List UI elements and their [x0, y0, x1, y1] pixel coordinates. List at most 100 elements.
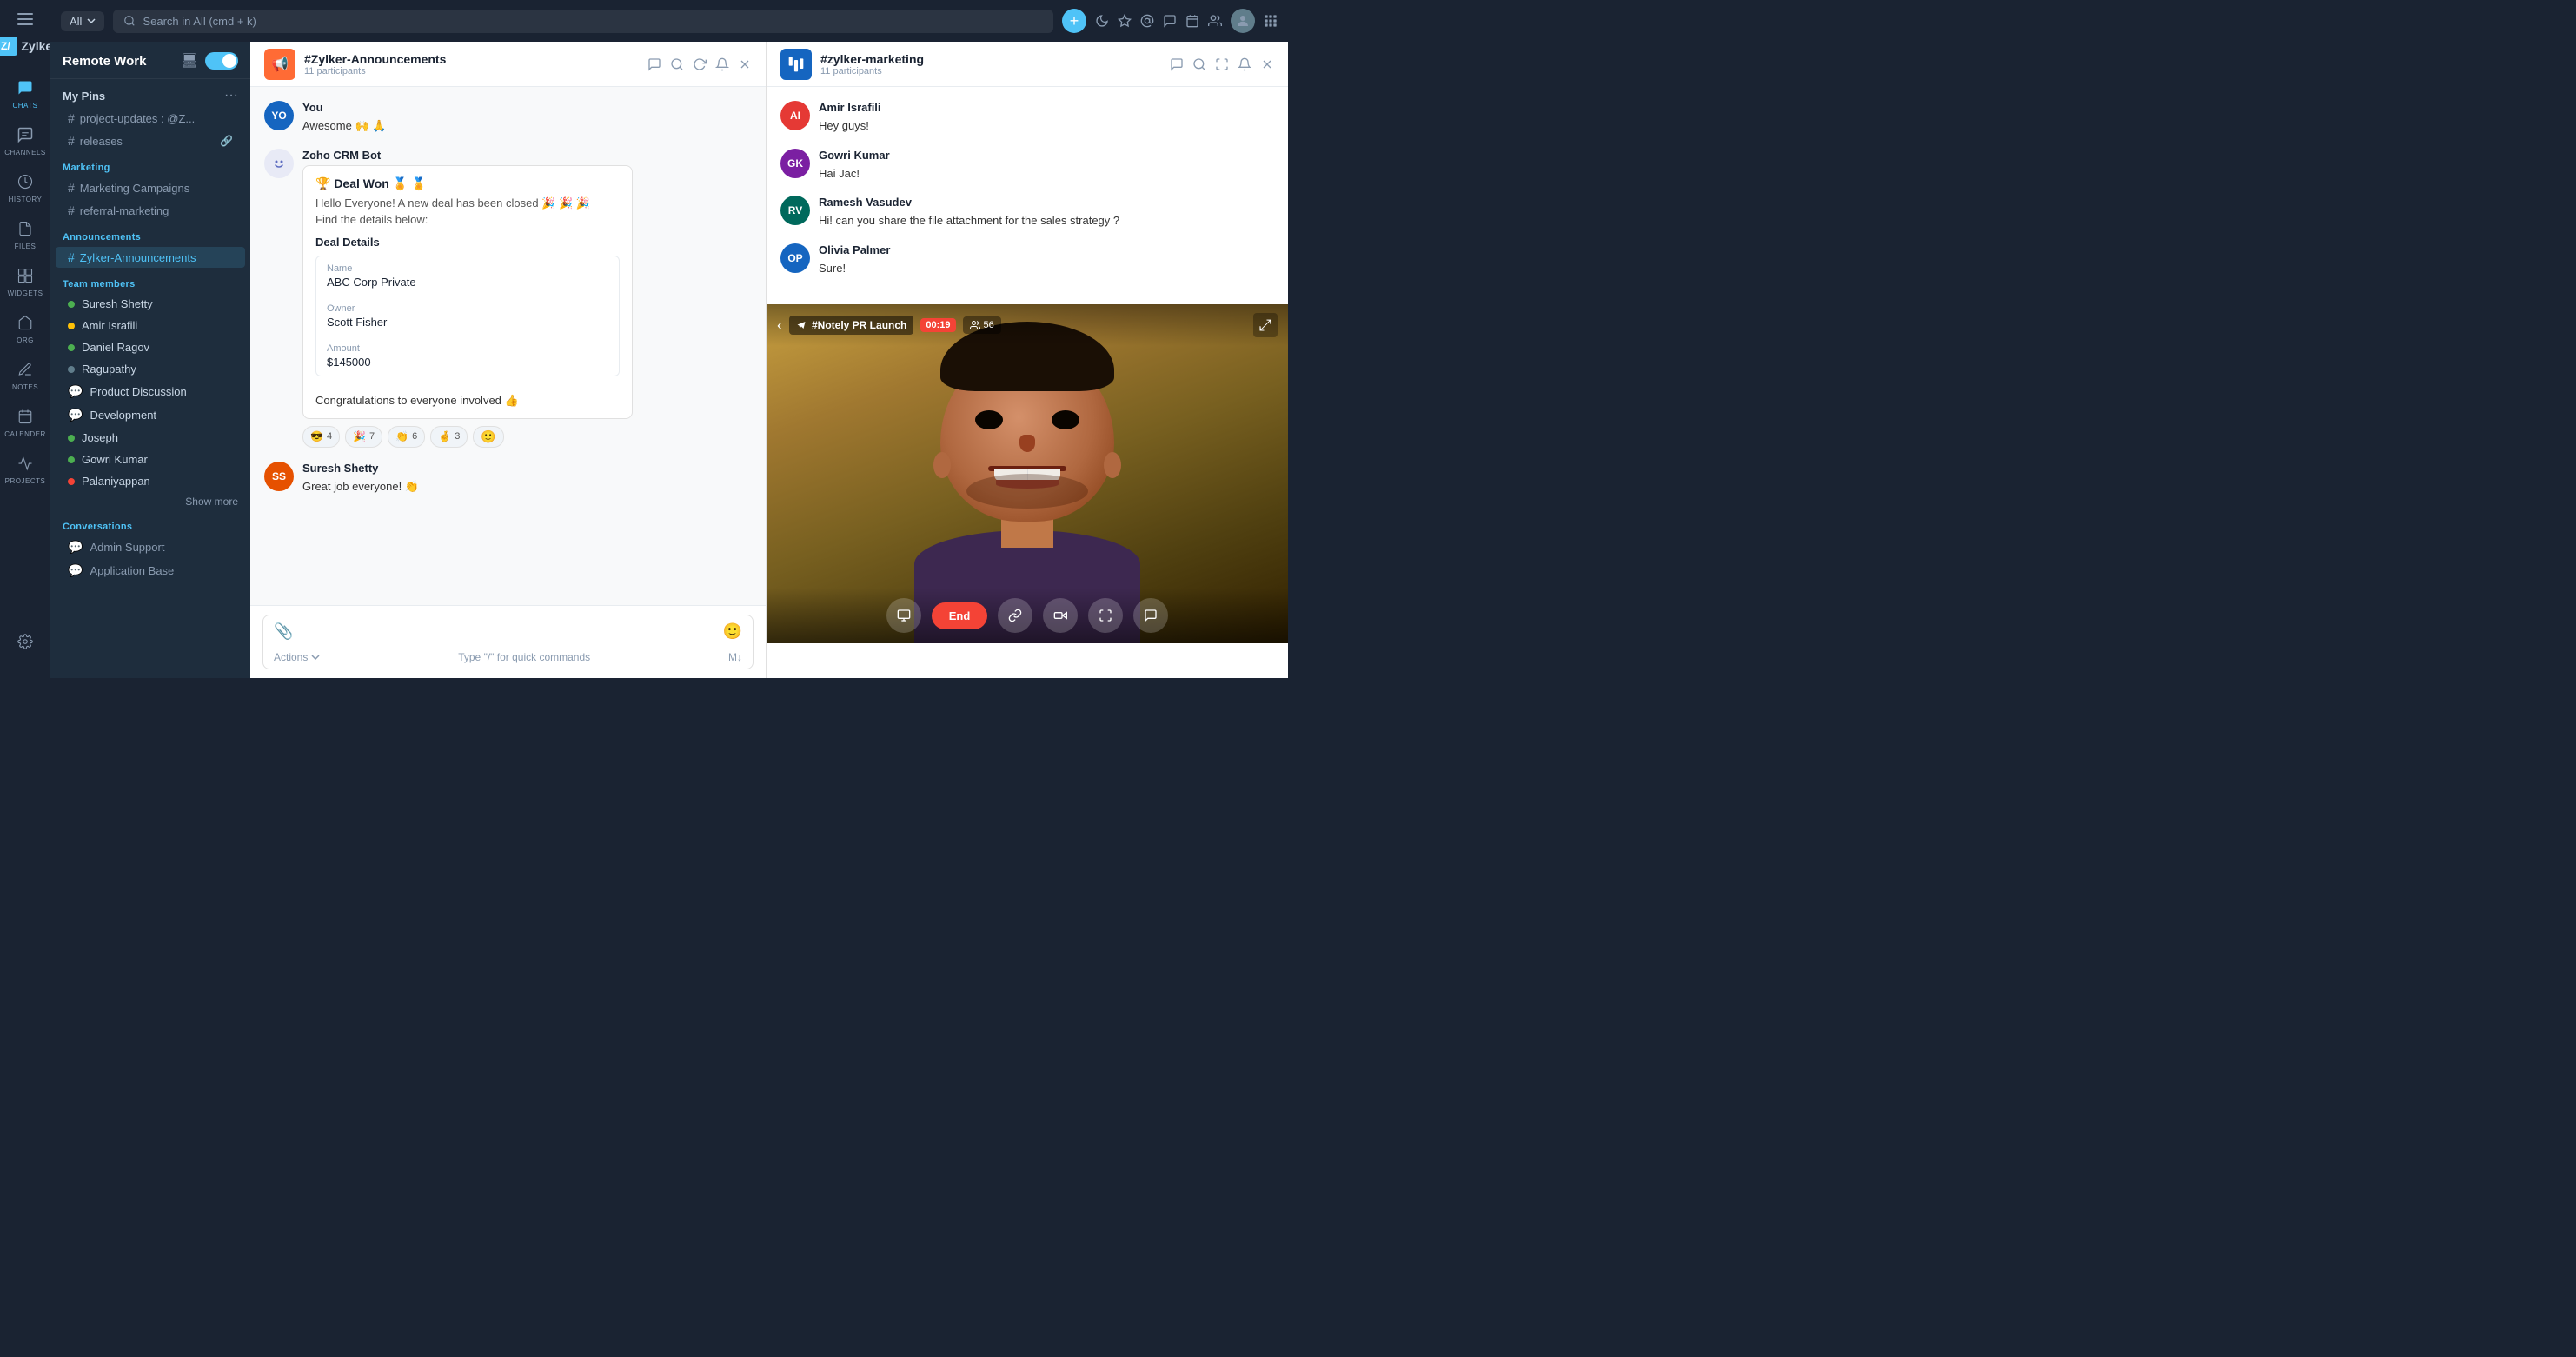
reaction-1[interactable]: 😎 4: [302, 426, 340, 448]
nav-projects[interactable]: PROJECTS: [3, 448, 48, 493]
channel-name: Marketing Campaigns: [80, 182, 233, 195]
filter-selector[interactable]: All: [61, 11, 104, 31]
team-member-daniel[interactable]: Daniel Ragov: [56, 337, 245, 357]
video-expand-btn[interactable]: ⤢: [1253, 313, 1278, 337]
at-icon[interactable]: [1140, 14, 1154, 28]
marketing-channel-avatar: [780, 49, 812, 80]
nav-calendar[interactable]: CALENDER: [3, 401, 48, 446]
conv-admin-support[interactable]: 💬 Admin Support: [56, 536, 245, 558]
channel-zylker-announcements[interactable]: # Zylker-Announcements: [56, 247, 245, 268]
logo-icon: Z/: [0, 37, 17, 56]
chat-icon[interactable]: [1170, 57, 1184, 71]
mention-icon[interactable]: [1163, 14, 1177, 28]
team-item-development[interactable]: 💬 Development: [56, 404, 245, 426]
fullscreen-btn[interactable]: [1088, 598, 1123, 633]
channel-info: #zylker-marketing 11 participants: [820, 52, 1161, 76]
reaction-count: 3: [455, 431, 460, 442]
search-icon[interactable]: [670, 57, 684, 71]
marketing-channel-header: #zylker-marketing 11 participants: [767, 42, 1288, 87]
contacts-icon[interactable]: [1208, 14, 1222, 28]
screen-share-btn[interactable]: [886, 598, 921, 633]
apps-grid-icon[interactable]: [1264, 14, 1278, 28]
sender-name: Amir Israfili: [819, 101, 881, 114]
search-box[interactable]: Search in All (cmd + k): [113, 10, 1053, 33]
monitor-icon[interactable]: 🖥: [181, 52, 198, 70]
nav-chats[interactable]: CHATS: [3, 72, 48, 117]
remote-work-toggle[interactable]: [205, 52, 238, 70]
hamburger-menu[interactable]: [10, 7, 41, 31]
hash-icon: #: [68, 250, 75, 264]
add-button[interactable]: +: [1062, 9, 1086, 33]
channel-referral-marketing[interactable]: # referral-marketing: [56, 200, 245, 221]
nav-settings[interactable]: [3, 619, 48, 664]
avatar-ramesh: RV: [780, 196, 810, 225]
pins-more-btn[interactable]: ···: [224, 88, 238, 103]
link-btn[interactable]: [998, 598, 1032, 633]
pinned-channel-project-updates[interactable]: # project-updates : @Z...: [56, 108, 245, 129]
quick-commands-hint: Type "/" for quick commands: [458, 651, 590, 663]
team-member-gowri[interactable]: Gowri Kumar: [56, 449, 245, 469]
user-avatar[interactable]: [1231, 9, 1255, 33]
message-input[interactable]: [300, 623, 715, 641]
files-icon: [17, 221, 33, 241]
team-member-suresh[interactable]: Suresh Shetty: [56, 294, 245, 314]
moon-icon[interactable]: [1095, 14, 1109, 28]
bell-icon[interactable]: [1238, 57, 1251, 71]
channel-name: Zylker-Announcements: [80, 251, 233, 264]
message-text: Hey guys!: [819, 117, 1274, 135]
workspace-actions: 🖥: [181, 52, 238, 70]
pinned-channel-releases[interactable]: # releases 🔗: [56, 130, 245, 151]
channel-info: #Zylker-Announcements 11 participants: [304, 52, 639, 76]
nav-history[interactable]: HISTORY: [3, 166, 48, 211]
add-reaction-btn[interactable]: 🙂: [473, 426, 503, 448]
deal-field-amount: Amount $145000: [316, 336, 619, 376]
end-call-button[interactable]: End: [932, 602, 988, 629]
app-logo[interactable]: Z/ Zylker: [0, 37, 57, 56]
message-header: You: [302, 101, 752, 114]
emoji-button[interactable]: 🙂: [723, 622, 742, 641]
sender-name: Suresh Shetty: [302, 462, 378, 475]
show-more-btn[interactable]: Show more: [50, 492, 250, 511]
record-btn[interactable]: [1043, 598, 1078, 633]
reaction-2[interactable]: 🎉 7: [345, 426, 382, 448]
close-icon[interactable]: [1260, 57, 1274, 71]
message-content: Gowri Kumar Hai Jac!: [819, 149, 1274, 183]
card-title: 🏆 Deal Won 🏅 🏅: [315, 176, 620, 191]
nav-org-label: ORG: [17, 336, 34, 344]
channel-marketing-campaigns[interactable]: # Marketing Campaigns: [56, 177, 245, 198]
chat-call-btn[interactable]: [1133, 598, 1168, 633]
team-member-joseph[interactable]: Joseph: [56, 428, 245, 448]
widgets-icon: [17, 268, 33, 288]
chat-icon[interactable]: [647, 57, 661, 71]
nav-files[interactable]: FILES: [3, 213, 48, 258]
right-header-actions: [1170, 57, 1274, 71]
nav-channels[interactable]: CHANNELS: [3, 119, 48, 164]
message-reactions: 😎 4 🎉 7 👏 6: [302, 426, 752, 448]
reaction-3[interactable]: 👏 6: [388, 426, 425, 448]
team-member-palaniyappan[interactable]: Palaniyappan: [56, 471, 245, 491]
team-member-ragupathy[interactable]: Ragupathy: [56, 359, 245, 379]
bell-icon[interactable]: [715, 57, 729, 71]
announcements-chat-panel: 📢 #Zylker-Announcements 11 participants: [250, 42, 767, 678]
reaction-4[interactable]: 🤞 3: [430, 426, 468, 448]
search-icon[interactable]: [1192, 57, 1206, 71]
projects-icon: [17, 456, 33, 476]
conv-application-base[interactable]: 💬 Application Base: [56, 560, 245, 582]
close-icon[interactable]: [738, 57, 752, 71]
video-back-btn[interactable]: ‹: [777, 316, 782, 335]
calendar-topbar-icon[interactable]: [1185, 14, 1199, 28]
nav-widgets[interactable]: WIDGETS: [3, 260, 48, 305]
expand-icon[interactable]: [1215, 57, 1229, 71]
team-member-amir[interactable]: Amir Israfili: [56, 316, 245, 336]
team-item-product-discussion[interactable]: 💬 Product Discussion: [56, 381, 245, 402]
message-text: Awesome 🙌 🙏: [302, 117, 752, 135]
attach-button[interactable]: 📎: [274, 622, 293, 641]
link-icon: 🔗: [220, 135, 233, 147]
nav-org[interactable]: ORG: [3, 307, 48, 352]
refresh-icon[interactable]: [693, 57, 707, 71]
video-call-overlay: ‹ #Notely PR Launch 00:19 56 ⤢: [767, 304, 1288, 643]
markdown-btn[interactable]: M↓: [728, 651, 742, 663]
star-icon[interactable]: [1118, 14, 1132, 28]
conv-name: Application Base: [90, 564, 174, 577]
nav-notes[interactable]: NOTES: [3, 354, 48, 399]
